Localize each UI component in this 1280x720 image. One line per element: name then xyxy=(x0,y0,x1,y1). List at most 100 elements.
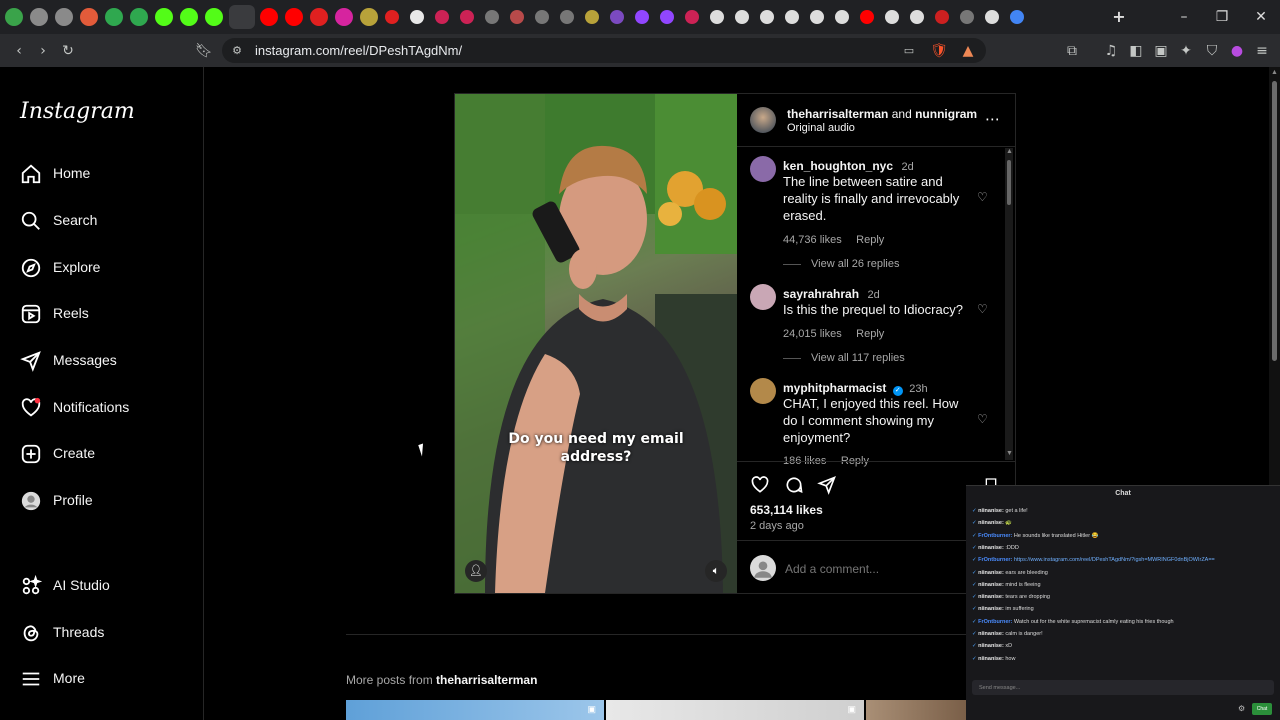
kick-icon[interactable] xyxy=(155,8,173,26)
tab-icon[interactable] xyxy=(310,8,328,26)
scrollbar-thumb[interactable] xyxy=(1272,81,1277,361)
likes-count[interactable]: 653,114 likes xyxy=(750,503,823,517)
post-thumbnail[interactable]: ▣ xyxy=(346,700,604,720)
chat-text[interactable]: https://www.instagram.com/reel/DPeshTAgd… xyxy=(1014,557,1215,563)
tab-icon[interactable] xyxy=(535,10,549,24)
tab-icon[interactable] xyxy=(660,10,674,24)
gear-icon[interactable]: ⚙ xyxy=(1238,704,1245,713)
scroll-up-icon[interactable]: ▲ xyxy=(1271,69,1278,76)
instagram-icon[interactable] xyxy=(335,8,353,26)
more-posts-user[interactable]: theharrisalterman xyxy=(436,673,537,687)
tab-icon[interactable] xyxy=(610,10,624,24)
nav-ai-studio[interactable]: AI Studio xyxy=(0,567,204,607)
sidebar-toggle-icon[interactable]: ◧ xyxy=(1127,42,1145,60)
restore-button[interactable]: ❐ xyxy=(1210,8,1234,26)
tab-icon[interactable] xyxy=(435,10,449,24)
chat-username[interactable]: niinanise: xyxy=(978,606,1004,612)
author-avatar[interactable] xyxy=(750,107,776,133)
audio-label[interactable]: Original audio xyxy=(787,122,855,134)
cast-icon[interactable]: ▭ xyxy=(900,42,918,60)
scroll-down-icon[interactable]: ▼ xyxy=(1006,450,1013,457)
tab-icon[interactable] xyxy=(55,8,73,26)
chat-username[interactable]: niinanise: xyxy=(978,631,1004,637)
view-replies-button[interactable]: View all 117 replies xyxy=(811,352,905,364)
youtube-icon[interactable] xyxy=(260,8,278,26)
tab-icon[interactable] xyxy=(1010,10,1024,24)
heart-icon[interactable]: ♡ xyxy=(977,412,988,426)
tab-icon[interactable] xyxy=(760,10,774,24)
vpn-icon[interactable]: ⛉ xyxy=(1203,42,1221,60)
like-icon[interactable] xyxy=(750,475,770,495)
tab-icon[interactable] xyxy=(410,10,424,24)
commenter-avatar[interactable] xyxy=(750,284,776,310)
tab-icon[interactable] xyxy=(560,10,574,24)
chat-send-button[interactable]: Chat xyxy=(1252,703,1272,715)
nav-messages[interactable]: Messages xyxy=(0,342,204,382)
tab-icon[interactable] xyxy=(710,10,724,24)
kick-icon[interactable] xyxy=(205,8,223,26)
chat-username[interactable]: niinanise: xyxy=(978,656,1004,662)
nav-notifications[interactable]: Notifications xyxy=(0,389,204,429)
chat-username[interactable]: niinanise: xyxy=(978,643,1004,649)
chat-username[interactable]: niinanise: xyxy=(978,582,1004,588)
kick-icon[interactable] xyxy=(180,8,198,26)
nav-more[interactable]: More xyxy=(0,660,204,700)
close-window-button[interactable]: ✕ xyxy=(1249,8,1273,26)
heart-icon[interactable]: ♡ xyxy=(977,302,988,316)
tab-icon[interactable] xyxy=(785,10,799,24)
mute-button[interactable]: 🔈︎ xyxy=(705,560,727,582)
chat-username[interactable]: niinanise: xyxy=(978,520,1004,526)
tab-icon[interactable] xyxy=(960,10,974,24)
tab-icon[interactable] xyxy=(860,10,874,24)
url-text[interactable]: instagram.com/reel/DPeshTAgdNm/ xyxy=(255,43,462,58)
reply-button[interactable]: Reply xyxy=(856,234,884,246)
address-bar[interactable]: ⚙ instagram.com/reel/DPeshTAgdNm/ ▭ 🛡 ▲ xyxy=(222,38,986,63)
reply-button[interactable]: Reply xyxy=(856,328,884,340)
tab-icon[interactable] xyxy=(585,10,599,24)
commenter-avatar[interactable] xyxy=(750,156,776,182)
tab-icon[interactable] xyxy=(460,10,474,24)
nav-threads[interactable]: Threads xyxy=(0,614,204,654)
chat-username[interactable]: niinanise: xyxy=(978,508,1004,514)
author-username[interactable]: theharrisalterman xyxy=(787,107,888,121)
comments-scrollbar[interactable]: ▲ ▼ xyxy=(1005,148,1013,460)
leo-ai-icon[interactable]: ✦ xyxy=(1177,42,1195,60)
tab-icon[interactable] xyxy=(735,10,749,24)
chat-username[interactable]: FrOntburner: xyxy=(978,533,1012,539)
chat-username[interactable]: niinanise: xyxy=(978,594,1004,600)
tab-icon[interactable] xyxy=(385,10,399,24)
youtube-icon[interactable] xyxy=(285,8,303,26)
instagram-logo[interactable]: Instagram xyxy=(20,99,135,124)
comment-username[interactable]: ken_houghton_nyc xyxy=(783,159,893,173)
reload-icon[interactable]: ↻ xyxy=(59,42,77,60)
bookmark-icon[interactable]: 🔖︎ xyxy=(195,42,213,60)
screenshot-icon[interactable]: ⧉ xyxy=(1063,42,1081,60)
commenter-avatar[interactable] xyxy=(750,378,776,404)
forward-icon[interactable]: › xyxy=(34,42,52,60)
close-icon[interactable] xyxy=(229,5,255,29)
chat-username[interactable]: FrOntburner: xyxy=(978,557,1012,563)
comment-username[interactable]: sayrahrahrah xyxy=(783,287,859,301)
nav-create[interactable]: Create xyxy=(0,435,204,475)
share-icon[interactable] xyxy=(817,475,837,495)
scroll-up-icon[interactable]: ▲ xyxy=(1006,148,1013,155)
nav-home[interactable]: Home xyxy=(0,155,204,195)
back-icon[interactable]: ‹ xyxy=(10,42,28,60)
tagged-user-button[interactable]: 👤︎ xyxy=(465,560,487,582)
tab-icon[interactable] xyxy=(105,8,123,26)
menu-icon[interactable]: ≡ xyxy=(1253,42,1271,60)
nav-search[interactable]: Search xyxy=(0,202,204,242)
brave-rewards-icon[interactable]: ▲ xyxy=(959,42,977,60)
tab-icon[interactable] xyxy=(510,10,524,24)
tab-icon[interactable] xyxy=(810,10,824,24)
brave-shield-icon[interactable]: 🛡 xyxy=(930,42,948,60)
tab-icon[interactable] xyxy=(885,10,899,24)
extension-icon[interactable]: ● xyxy=(1228,42,1246,60)
chat-username[interactable]: niinanise: xyxy=(978,545,1004,551)
comment-likes[interactable]: 44,736 likes xyxy=(783,234,842,246)
reel-video[interactable]: Do you need my email address? 👤︎ 🔈︎ xyxy=(455,94,737,593)
wallet-icon[interactable]: ▣ xyxy=(1152,42,1170,60)
tab-icon[interactable] xyxy=(685,10,699,24)
add-comment-input[interactable] xyxy=(785,560,935,578)
chat-input[interactable]: Send message... xyxy=(972,680,1274,695)
